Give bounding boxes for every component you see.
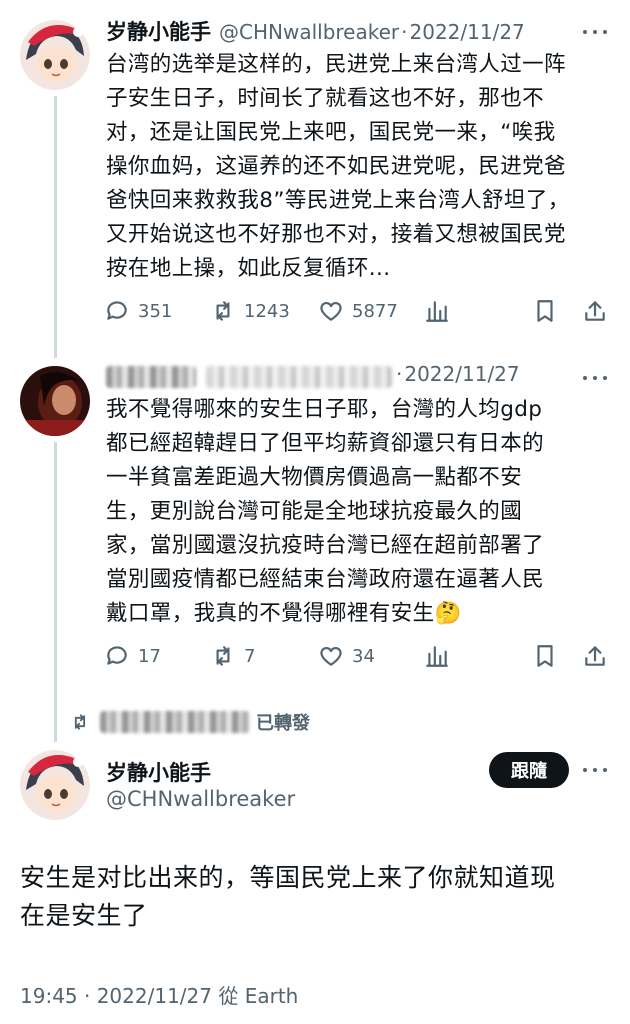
retweet-icon <box>216 301 230 321</box>
views-button[interactable] <box>424 641 450 671</box>
text-line: 生，更別說台灣可能是全地球抗疫最久的國 <box>106 499 523 524</box>
text-line: 戴口罩，我真的不覺得哪裡有安生🤔 <box>106 597 544 631</box>
thinking-emoji: 🤔 <box>434 601 462 626</box>
blurred-retweeter-name <box>100 711 250 733</box>
retweet-button[interactable]: 7 <box>210 641 255 671</box>
retweet-button[interactable]: 1243 <box>210 296 290 326</box>
reply-button[interactable]: 351 <box>104 296 172 326</box>
like-button[interactable]: 34 <box>318 641 375 671</box>
blurred-handle <box>206 366 392 388</box>
separator: · <box>401 20 408 44</box>
tweet-text: 我不覺得哪來的安生日子耶，台灣的人均gdp 都已經超韓趕日了但平均薪資卻還只有日… <box>106 393 544 631</box>
share-icon <box>585 301 605 321</box>
like-count: 5877 <box>352 300 398 322</box>
reply-button[interactable]: 17 <box>104 641 161 671</box>
reply-icon <box>107 301 127 320</box>
text-line: 我不覺得哪來的安生日子耶，台灣的人均gdp <box>106 397 543 422</box>
bookmark-button[interactable] <box>532 296 558 326</box>
text-line: 台湾的选举是这样的，民进党上来台湾人过一阵 <box>106 52 566 77</box>
like-icon <box>320 647 342 666</box>
tweet-date[interactable]: 2022/11/27 <box>410 20 525 44</box>
tweet-actions: 351 1243 5877 <box>104 296 614 326</box>
user-handle[interactable]: @CHNwallbreaker <box>106 787 295 811</box>
retweet-count: 1243 <box>244 300 290 322</box>
display-name[interactable]: 岁静小能手 <box>106 757 211 787</box>
text-line: 子安生日子，时间长了就看这也不好，那也不 <box>106 86 545 111</box>
retweet-count: 7 <box>244 645 256 667</box>
text-line: 一半貧富差距過大物價房價過高一點都不安 <box>106 465 523 490</box>
views-icon <box>426 301 448 322</box>
text-line: 當別國疫情都已經結束台灣政府還在逼著人民 <box>106 567 545 592</box>
tweet-actions: 17 7 34 <box>104 641 614 671</box>
text-line: 对，还是让国民党上来吧，国民党一来，“唉我 <box>106 120 556 145</box>
tweet-date[interactable]: 2022/11/27 <box>404 362 519 386</box>
reply-icon <box>107 646 127 665</box>
reply-count: 17 <box>138 645 161 667</box>
thread-line <box>54 442 57 742</box>
text-line: 安生是对比出来的，等国民党上来了你就知道现 <box>20 863 556 892</box>
bookmark-icon <box>537 645 553 667</box>
share-button[interactable] <box>582 641 608 671</box>
display-name[interactable]: 岁静小能手 <box>106 16 211 46</box>
like-icon <box>320 302 342 321</box>
tweet-timestamp[interactable]: 19:45 · 2022/11/27 從 Earth <box>20 980 298 1009</box>
reply-count: 351 <box>138 300 173 322</box>
share-button[interactable] <box>582 296 608 326</box>
bookmark-button[interactable] <box>532 641 558 671</box>
tweet-text: 台湾的选举是这样的，民进党上来台湾人过一阵 子安生日子，时间长了就看这也不好，那… <box>106 48 570 286</box>
text-line-content: 戴口罩，我真的不覺得哪裡有安生 <box>106 601 435 626</box>
avatar[interactable] <box>20 366 90 436</box>
retweeted-label: 已轉發 <box>256 713 310 734</box>
blurred-display-name <box>106 366 196 388</box>
tweet-header: 岁静小能手 @CHNwallbreaker · 2022/11/27 <box>106 16 525 46</box>
retweet-indicator: 已轉發 <box>70 709 310 735</box>
text-line: 按在地上操，如此反复循环... <box>106 256 391 281</box>
retweet-icon <box>216 646 230 666</box>
thread-line <box>54 96 57 358</box>
avatar[interactable] <box>20 750 90 820</box>
text-line: 都已經超韓趕日了但平均薪資卻還只有日本的 <box>106 431 545 456</box>
retweet-icon <box>74 714 86 730</box>
bookmark-icon <box>537 300 553 322</box>
more-icon[interactable] <box>580 22 610 42</box>
follow-button[interactable]: 跟隨 <box>489 752 569 788</box>
text-line: 爸快回来救救我8”等民进党上来台湾人舒坦了， <box>106 188 570 213</box>
more-icon[interactable] <box>580 760 610 780</box>
text-line: 在是安生了 <box>20 901 148 930</box>
text-line: 操你血妈，这逼养的还不如民进党呢，民进党爸 <box>106 154 566 179</box>
text-line: 又开始说这也不好那也不对，接着又想被国民党 <box>106 222 566 247</box>
like-button[interactable]: 5877 <box>318 296 398 326</box>
user-handle[interactable]: @CHNwallbreaker <box>219 20 399 44</box>
views-icon <box>426 646 448 667</box>
views-button[interactable] <box>424 296 450 326</box>
main-tweet-text: 安生是对比出来的，等国民党上来了你就知道现 在是安生了 <box>20 859 556 935</box>
separator: · <box>396 362 403 386</box>
like-count: 34 <box>352 645 375 667</box>
more-icon[interactable] <box>580 368 610 388</box>
share-icon <box>585 646 605 666</box>
avatar[interactable] <box>20 20 90 90</box>
tweet-header: · 2022/11/27 <box>394 362 520 386</box>
text-line: 家，當別國還沒抗疫時台灣已經在超前部署了 <box>106 533 545 558</box>
